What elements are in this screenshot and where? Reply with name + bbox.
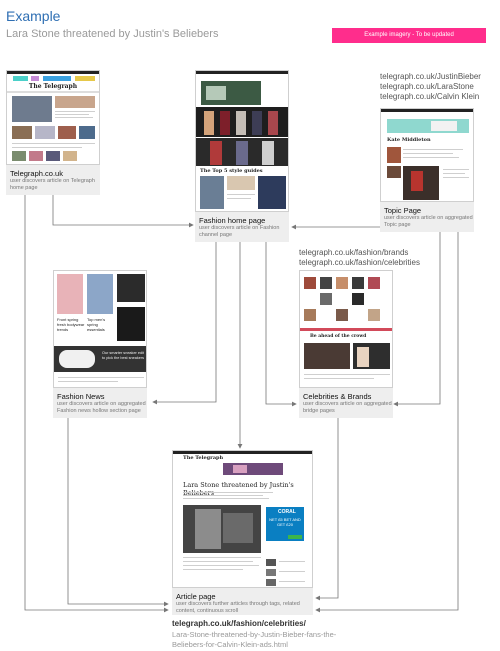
node-topic-page: Kate Middleton Topic Page user discovers… xyxy=(380,108,474,232)
article-page-caption: Article page xyxy=(176,592,216,601)
celebs-urls: telegraph.co.uk/fashion/brands telegraph… xyxy=(299,248,420,268)
fashion-news-description: user discovers article on aggregated Fas… xyxy=(57,401,146,414)
celebrities-brands-thumbnail: Be ahead of the crowd xyxy=(299,270,393,388)
node-article-page: The Telegraph Lara Stone threatened by J… xyxy=(172,450,313,615)
fashion-news-headline-1: Front spring fresh bodywear trends xyxy=(57,317,85,332)
node-telegraph-home: The Telegraph Telegraph.co.uk user disco… xyxy=(6,70,100,195)
article-page-description: user discovers further articles through … xyxy=(176,601,300,614)
ad-offer: NET £5 BET AND GET £20 xyxy=(269,517,301,527)
fashion-news-caption: Fashion News xyxy=(57,392,105,401)
connector-fashion-home-to-fashion-news xyxy=(152,242,217,405)
connector-telegraph-to-fashion-home xyxy=(52,195,194,228)
fashion-news-thumbnail: Front spring fresh bodywear trends Top m… xyxy=(53,270,147,388)
topic-page-description: user discovers article on aggregated Top… xyxy=(384,215,473,228)
celebrities-brands-description: user discovers article on aggregated bri… xyxy=(303,401,392,414)
connector-celebs-to-article xyxy=(315,418,339,601)
topic-page-thumbnail: Kate Middleton xyxy=(380,108,474,202)
fashion-home-description: user discovers article on Fashion channe… xyxy=(199,225,280,238)
topic-url-1: telegraph.co.uk/JustinBieber xyxy=(380,72,481,81)
fashion-section-title: The Top 5 style guides xyxy=(200,168,263,174)
ad-brand: CORAL xyxy=(278,509,296,515)
fashion-news-headline-2: Top men's spring essentials xyxy=(87,317,106,332)
telegraph-home-thumbnail: The Telegraph xyxy=(6,70,100,165)
connector-fashion-home-to-celebs xyxy=(265,242,297,407)
topic-url-2: telegraph.co.uk/LaraStone xyxy=(380,82,474,91)
article-url-path: telegraph.co.uk/fashion/celebrities/ xyxy=(172,619,306,628)
topic-name: Kate Middleton xyxy=(387,137,431,143)
node-fashion-news: Front spring fresh bodywear trends Top m… xyxy=(53,270,147,418)
celebs-url-2: telegraph.co.uk/fashion/celebrities xyxy=(299,258,420,267)
celebs-url-1: telegraph.co.uk/fashion/brands xyxy=(299,248,409,257)
celebrities-brands-caption: Celebrities & Brands xyxy=(303,392,372,401)
connector-fashion-news-to-article xyxy=(67,418,169,607)
celebs-promo: Be ahead of the crowd xyxy=(310,334,367,339)
fashion-home-caption: Fashion home page xyxy=(199,216,266,225)
telegraph-home-caption: Telegraph.co.uk xyxy=(10,169,63,178)
article-page-thumbnail: The Telegraph Lara Stone threatened by J… xyxy=(172,450,313,588)
topic-url-3: telegraph.co.uk/Calvin Klein xyxy=(380,92,480,101)
telegraph-masthead: The Telegraph xyxy=(28,83,78,90)
node-celebrities-brands: Be ahead of the crowd Celebrities & Bran… xyxy=(299,270,393,418)
topic-page-caption: Topic Page xyxy=(384,206,422,215)
article-url-slug: Lara-Stone-threatened-by-Justin-Bieber-f… xyxy=(172,630,337,649)
article-masthead: The Telegraph xyxy=(183,455,224,461)
fashion-home-thumbnail: The Top 5 style guides xyxy=(195,70,289,212)
fashion-news-promo: Our smarter sneaker edit to pick the bes… xyxy=(102,351,144,360)
telegraph-home-description: user discovers article on Telegraph home… xyxy=(10,178,95,191)
node-fashion-home: The Top 5 style guides Fashion home page… xyxy=(195,70,289,242)
topic-urls: telegraph.co.uk/JustinBieber telegraph.c… xyxy=(380,72,481,102)
